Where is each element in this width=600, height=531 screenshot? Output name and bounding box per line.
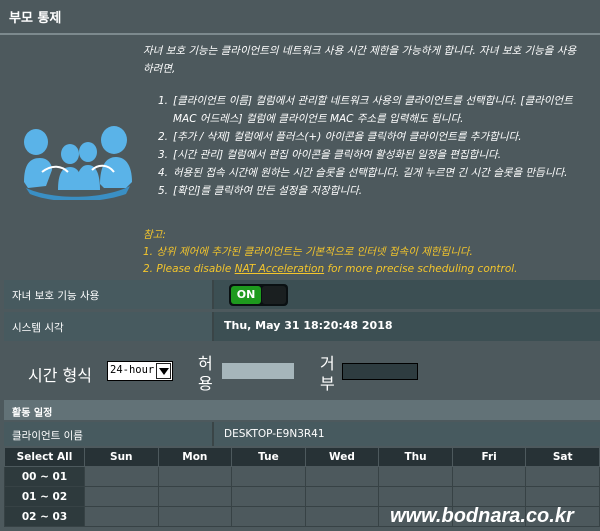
step-item: 5. [확인]를 클릭하여 만든 설정을 저장합니다.: [158, 185, 363, 197]
day-header[interactable]: Tue: [231, 447, 306, 467]
time-format-value: 24-hour: [110, 364, 155, 376]
day-header[interactable]: Sun: [84, 447, 159, 467]
chevron-down-icon[interactable]: [156, 363, 171, 379]
schedule-cell[interactable]: [451, 466, 527, 487]
day-header[interactable]: Wed: [304, 447, 380, 467]
schedule-cell[interactable]: [231, 486, 306, 507]
time-slot-label[interactable]: 00 ~ 01: [4, 466, 85, 487]
schedule-cell[interactable]: [378, 466, 453, 487]
note-line-2: 2. Please disable NAT Acceleration for m…: [143, 263, 518, 275]
schedule-cell[interactable]: [157, 466, 233, 487]
day-header[interactable]: Mon: [157, 447, 233, 467]
deny-legend-swatch: [342, 363, 418, 380]
toggle-on-label: ON: [231, 286, 261, 304]
title-divider: [0, 33, 600, 35]
intro-text: 자녀 보호 기능는 클라이언트의 네트워크 사용 시간 제한을 가능하게 합니다…: [143, 45, 577, 75]
note-block: 참고: 1. 상위 제어에 추가된 클라이언트는 기본적으로 인터넷 접속이 제…: [143, 227, 583, 278]
schedule-cell[interactable]: [304, 486, 380, 507]
schedule-cell[interactable]: [525, 486, 600, 507]
schedule-cell[interactable]: [525, 466, 600, 487]
step-item: 2. [추가 / 삭제] 컬럼에서 플러스(+) 아이콘을 클릭하여 클라이언트를…: [158, 131, 522, 143]
time-format-label: 시간 형식: [28, 366, 92, 385]
client-name-value: DESKTOP-E9N3R41: [214, 422, 600, 446]
step-item: 1. [클라이언트 이름] 컬럼에서 관리할 네트워크 사용의 클라이언트를 선택…: [158, 95, 573, 125]
client-name-row: 클라이언트 이름 DESKTOP-E9N3R41: [4, 422, 600, 446]
note-line-1: 1. 상위 제어에 추가된 클라이언트는 기본적으로 인터넷 접속이 제한됩니다…: [143, 246, 473, 258]
client-name-label: 클라이언트 이름: [4, 422, 214, 446]
time-slot-label[interactable]: 02 ~ 03: [4, 506, 85, 527]
enable-row: 자녀 보호 기능 사용: [4, 280, 600, 309]
deny-legend-label: 거부: [320, 354, 335, 393]
nat-acceleration-link[interactable]: NAT Acceleration: [235, 263, 324, 275]
enable-label: 자녀 보호 기능 사용: [4, 280, 214, 309]
time-format-row: 시간 형식 24-hour 허용 거부: [0, 350, 600, 394]
schedule-cell[interactable]: [84, 466, 159, 487]
schedule-cell[interactable]: [157, 506, 233, 527]
select-all-button[interactable]: Select All: [4, 447, 85, 467]
schedule-cell[interactable]: [304, 466, 380, 487]
system-time-row: 시스템 시각 Thu, May 31 18:20:48 2018: [4, 312, 600, 341]
step-list: 1. [클라이언트 이름] 컬럼에서 관리할 네트워크 사용의 클라이언트를 선택…: [158, 92, 583, 200]
schedule-row: 01 ~ 02: [4, 486, 600, 507]
schedule-cell[interactable]: [84, 506, 159, 527]
allow-legend-swatch: [222, 363, 294, 379]
allow-legend-label: 허용: [198, 354, 213, 393]
schedule-cell[interactable]: [304, 506, 380, 527]
day-header[interactable]: Thu: [378, 447, 453, 467]
schedule-header-row: Select All Sun Mon Tue Wed Thu Fri Sat: [4, 447, 600, 467]
schedule-section-title: 활동 일정: [4, 400, 600, 420]
toggle-knob: [262, 286, 286, 304]
watermark: www.bodnara.co.kr: [390, 505, 574, 527]
family-icon: [24, 126, 132, 200]
page-title: 부모 통제: [0, 0, 600, 32]
schedule-cell[interactable]: [231, 466, 306, 487]
schedule-cell[interactable]: [378, 486, 453, 507]
day-header[interactable]: Fri: [451, 447, 527, 467]
parental-control-toggle[interactable]: ON: [229, 284, 288, 306]
note-title: 참고:: [143, 229, 166, 241]
system-time-value: Thu, May 31 18:20:48 2018: [214, 312, 600, 341]
day-header[interactable]: Sat: [525, 447, 600, 467]
time-format-select[interactable]: 24-hour: [107, 361, 173, 381]
schedule-row: 00 ~ 01: [4, 466, 600, 487]
schedule-cell[interactable]: [451, 486, 527, 507]
schedule-cell[interactable]: [157, 486, 233, 507]
schedule-cell[interactable]: [84, 486, 159, 507]
step-item: 4. 허용된 접속 시간에 원하는 시간 슬롯을 선택합니다. 길게 누르면 긴 …: [158, 167, 568, 179]
step-item: 3. [시간 관리] 컬럼에서 편집 아이콘을 클릭하여 활성화된 일정을 편집합…: [158, 149, 502, 161]
schedule-cell[interactable]: [231, 506, 306, 527]
time-slot-label[interactable]: 01 ~ 02: [4, 486, 85, 507]
system-time-label: 시스템 시각: [4, 312, 214, 341]
